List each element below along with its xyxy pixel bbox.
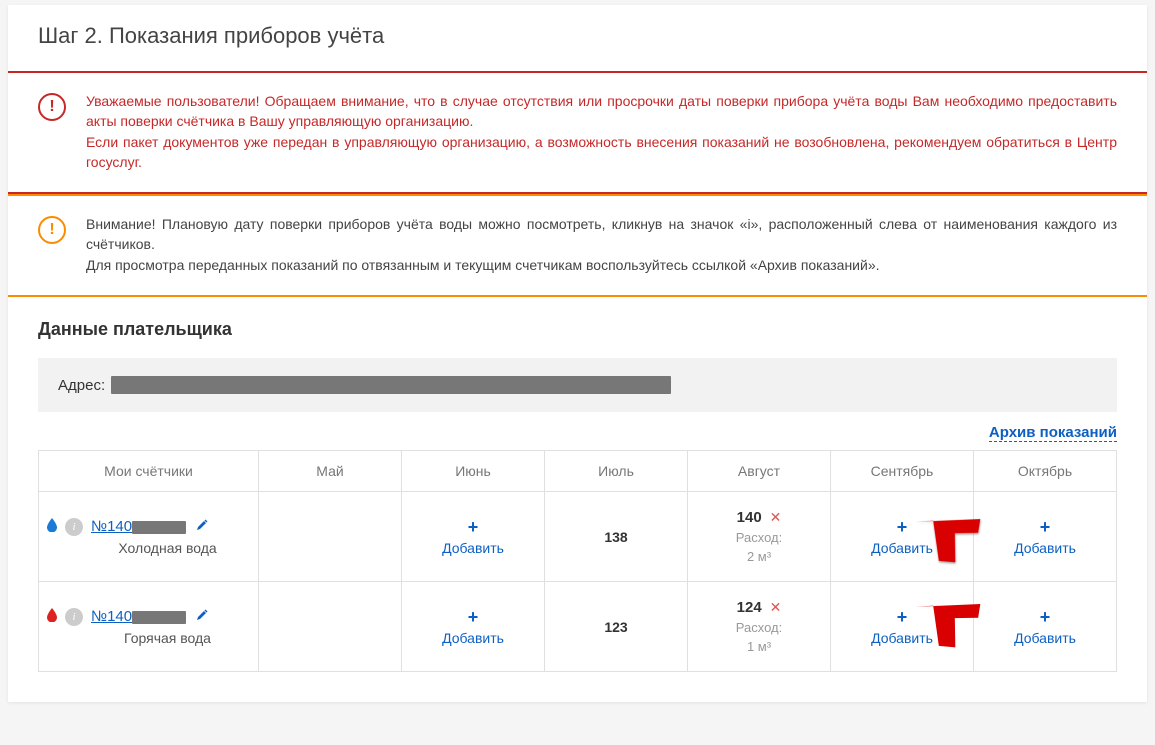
meter-number-link[interactable]: №140 (91, 518, 186, 535)
plus-icon: + (871, 606, 933, 629)
alert2-line2: Для просмотра переданных показаний по от… (86, 257, 880, 273)
add-button[interactable]: + Добавить (442, 516, 504, 558)
consumption-label: Расход: (736, 620, 782, 635)
col-meters: Мои счётчики (39, 451, 259, 492)
alert1-line2: Если пакет документов уже передан в упра… (86, 134, 1117, 170)
meters-table: Мои счётчики Май Июнь Июль Август Сентяб… (38, 450, 1117, 672)
address-box: Адрес: (38, 358, 1117, 412)
alert2-line1: Внимание! Плановую дату поверки приборов… (86, 216, 1117, 252)
consumption-value: 1 м³ (747, 639, 771, 654)
col-july: Июль (545, 451, 688, 492)
august-value: 124 (737, 599, 762, 616)
plus-icon: + (1014, 606, 1076, 629)
alert1-line1: Уважаемые пользователи! Обращаем внимани… (86, 93, 1117, 129)
col-august: Август (688, 451, 831, 492)
add-label: Добавить (1014, 630, 1076, 646)
col-june: Июнь (402, 451, 545, 492)
cell-may (259, 582, 402, 672)
address-label: Адрес: (58, 377, 105, 394)
info-icon[interactable]: i (65, 608, 83, 626)
consumption-label: Расход: (736, 530, 782, 545)
alert-verification: ! Уважаемые пользователи! Обращаем внима… (8, 71, 1147, 194)
exclamation-icon: ! (38, 93, 66, 121)
water-drop-hot-icon (47, 608, 57, 625)
col-may: Май (259, 451, 402, 492)
alert-info: ! Внимание! Плановую дату поверки прибор… (8, 194, 1147, 297)
meter-number-redacted (132, 611, 186, 624)
add-label: Добавить (442, 540, 504, 556)
meter-number-prefix: №140 (91, 518, 132, 535)
delete-button[interactable]: ✕ (770, 509, 782, 525)
col-october: Октябрь (974, 451, 1117, 492)
meter-number-link[interactable]: №140 (91, 608, 186, 625)
add-button[interactable]: + Добавить (871, 516, 933, 558)
plus-icon: + (1014, 516, 1076, 539)
add-label: Добавить (871, 540, 933, 556)
add-label: Добавить (1014, 540, 1076, 556)
meter-type: Горячая вода (85, 630, 250, 646)
add-button[interactable]: + Добавить (1014, 516, 1076, 558)
cell-may (259, 492, 402, 582)
address-redacted (111, 376, 671, 394)
pencil-icon[interactable] (196, 609, 208, 624)
plus-icon: + (442, 606, 504, 629)
col-september: Сентябрь (831, 451, 974, 492)
step-title: Шаг 2. Показания приборов учёта (8, 5, 1147, 71)
payer-title: Данные плательщика (38, 319, 1117, 340)
exclamation-icon: ! (38, 216, 66, 244)
july-value: 138 (604, 529, 627, 545)
delete-button[interactable]: ✕ (770, 599, 782, 615)
add-button[interactable]: + Добавить (442, 606, 504, 648)
plus-icon: + (871, 516, 933, 539)
add-button[interactable]: + Добавить (1014, 606, 1076, 648)
meter-type: Холодная вода (85, 540, 250, 556)
archive-link[interactable]: Архив показаний (989, 424, 1117, 442)
meter-number-redacted (132, 521, 186, 534)
pencil-icon[interactable] (196, 519, 208, 534)
plus-icon: + (442, 516, 504, 539)
add-label: Добавить (442, 630, 504, 646)
consumption-value: 2 м³ (747, 549, 771, 564)
info-icon[interactable]: i (65, 518, 83, 536)
august-value: 140 (737, 509, 762, 526)
add-button[interactable]: + Добавить (871, 606, 933, 648)
table-row: i №140 Холодная вода + (39, 492, 1117, 582)
water-drop-cold-icon (47, 518, 57, 535)
meter-number-prefix: №140 (91, 608, 132, 625)
add-label: Добавить (871, 630, 933, 646)
july-value: 123 (604, 619, 627, 635)
table-row: i №140 Горячая вода + (39, 582, 1117, 672)
